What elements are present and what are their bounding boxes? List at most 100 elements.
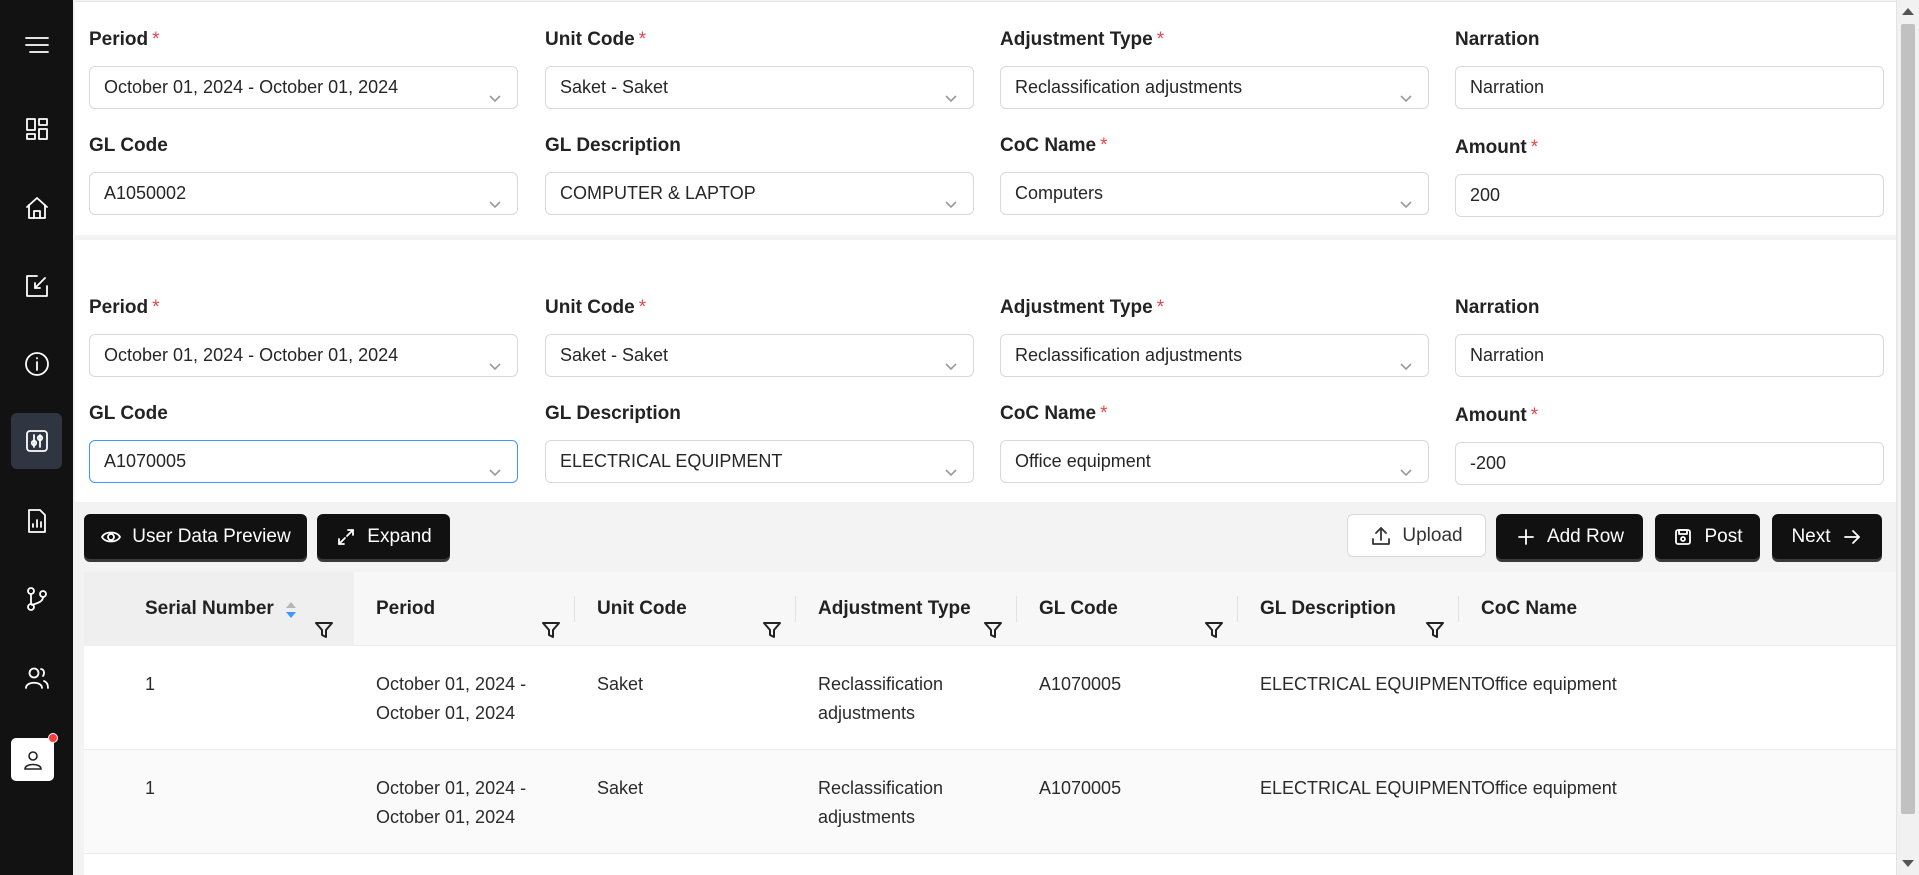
select-value: ELECTRICAL EQUIPMENT bbox=[560, 451, 783, 471]
notification-dot bbox=[48, 733, 58, 743]
adjustment-type-field: Adjustment Type * Reclassification adjust… bbox=[1000, 28, 1429, 109]
sidebar-item-home[interactable] bbox=[11, 180, 62, 236]
sidebar-item-workflow[interactable] bbox=[11, 571, 62, 627]
menu-icon bbox=[24, 37, 49, 53]
expand-icon bbox=[338, 528, 355, 545]
gl-code-select[interactable]: A1050002 bbox=[89, 172, 518, 215]
field-label: GL Code bbox=[89, 135, 168, 156]
expand-button[interactable]: Expand bbox=[317, 514, 450, 559]
adjustment-type-select[interactable]: Reclassification adjustments bbox=[1000, 66, 1429, 109]
chevron-down-icon bbox=[487, 80, 503, 103]
gl-description-field: GL Description COMPUTER & LAPTOP bbox=[545, 134, 974, 215]
field-label: GL Description bbox=[545, 135, 681, 156]
coc-name-select[interactable]: Computers bbox=[1000, 172, 1429, 215]
cell-gl-code: A1070005 bbox=[1039, 778, 1122, 798]
sidebar-menu-toggle[interactable] bbox=[11, 17, 62, 73]
filter-icon[interactable] bbox=[314, 598, 334, 638]
next-button[interactable]: Next bbox=[1772, 514, 1882, 559]
column-title: Serial Number bbox=[145, 598, 274, 619]
user-data-preview-button[interactable]: User Data Preview bbox=[84, 514, 307, 559]
cell-serial-number: 1 bbox=[145, 674, 156, 694]
cell-period: October 01, 2024 - October 01, 2024 bbox=[376, 778, 527, 827]
chevron-down-icon bbox=[487, 186, 503, 209]
scroll-up-arrow-icon[interactable] bbox=[1902, 8, 1914, 15]
amount-field: Amount * -200 bbox=[1455, 404, 1884, 485]
table-row[interactable]: 1 October 01, 2024 - October 01, 2024 Sak… bbox=[84, 750, 1896, 854]
sidebar-item-reports[interactable] bbox=[11, 493, 62, 549]
select-value: October 01, 2024 - October 01, 2024 bbox=[104, 77, 399, 97]
select-value: Saket - Saket bbox=[560, 77, 669, 97]
adjustment-type-field: Adjustment Type * Reclassification adjust… bbox=[1000, 296, 1429, 377]
user-profile-button[interactable] bbox=[11, 738, 54, 781]
filter-icon[interactable] bbox=[1204, 598, 1224, 638]
main-content: Period * October 01, 2024 - October 01, 2… bbox=[73, 0, 1896, 875]
select-value: Reclassification adjustments bbox=[1015, 77, 1243, 97]
gl-code-select[interactable]: A1070005 bbox=[89, 440, 518, 483]
amount-input[interactable]: -200 bbox=[1455, 442, 1884, 485]
period-select[interactable]: October 01, 2024 - October 01, 2024 bbox=[89, 66, 518, 109]
page-scrollbar[interactable] bbox=[1896, 0, 1919, 875]
column-title: Unit Code bbox=[597, 598, 687, 619]
sort-icon[interactable] bbox=[284, 599, 298, 621]
scroll-down-arrow-icon[interactable] bbox=[1902, 860, 1914, 867]
upload-button[interactable]: Upload bbox=[1347, 514, 1486, 557]
home-icon bbox=[25, 197, 48, 219]
narration-field: Narration Narration bbox=[1455, 28, 1884, 109]
sidebar-item-dashboard[interactable] bbox=[11, 101, 62, 157]
field-label: Adjustment Type * bbox=[1000, 29, 1165, 50]
filter-icon[interactable] bbox=[762, 598, 782, 638]
gl-description-field: GL Description ELECTRICAL EQUIPMENT bbox=[545, 402, 974, 483]
post-button[interactable]: Post bbox=[1655, 514, 1760, 559]
field-label: Unit Code * bbox=[545, 297, 647, 318]
chevron-down-icon bbox=[943, 454, 959, 477]
coc-name-select[interactable]: Office equipment bbox=[1000, 440, 1429, 483]
narration-input[interactable]: Narration bbox=[1455, 66, 1884, 109]
button-label: Upload bbox=[1402, 524, 1463, 546]
adjustment-type-select[interactable]: Reclassification adjustments bbox=[1000, 334, 1429, 377]
cell-coc-name: Office equipment bbox=[1481, 674, 1617, 694]
amount-field: Amount * 200 bbox=[1455, 136, 1884, 217]
eye-icon bbox=[101, 531, 122, 542]
chevron-down-icon bbox=[943, 186, 959, 209]
filter-icon[interactable] bbox=[541, 598, 561, 638]
select-value: Reclassification adjustments bbox=[1015, 345, 1243, 365]
unit-code-select[interactable]: Saket - Saket bbox=[545, 66, 974, 109]
sidebar-item-info[interactable] bbox=[11, 336, 62, 392]
filter-icon[interactable] bbox=[983, 598, 1003, 638]
sidebar-item-edit[interactable] bbox=[11, 258, 62, 314]
add-row-button[interactable]: Add Row bbox=[1496, 514, 1643, 559]
sidebar-item-adjustments[interactable] bbox=[11, 413, 62, 469]
users-icon bbox=[24, 667, 49, 689]
gl-code-field: GL Code A1070005 bbox=[89, 402, 518, 483]
chevron-down-icon bbox=[1398, 348, 1414, 371]
field-label: CoC Name * bbox=[1000, 403, 1108, 424]
unit-code-select[interactable]: Saket - Saket bbox=[545, 334, 974, 377]
filter-icon[interactable] bbox=[1425, 598, 1445, 638]
table-row[interactable]: 1 October 01, 2024 - October 01, 2024 Sak… bbox=[84, 646, 1896, 750]
field-label: Narration bbox=[1455, 297, 1540, 318]
chevron-down-icon bbox=[943, 80, 959, 103]
edit-square-icon bbox=[25, 275, 48, 297]
dashboard-icon bbox=[25, 118, 48, 140]
field-label: Unit Code * bbox=[545, 29, 647, 50]
column-header-serial-number[interactable]: Serial Number bbox=[84, 572, 354, 646]
cell-gl-description: ELECTRICAL EQUIPMENT bbox=[1260, 674, 1483, 694]
user-icon bbox=[23, 750, 42, 770]
period-select[interactable]: October 01, 2024 - October 01, 2024 bbox=[89, 334, 518, 377]
cell-coc-name: Office equipment bbox=[1481, 778, 1617, 798]
field-label: GL Code bbox=[89, 403, 168, 424]
table-header: Serial Number Period Unit Code Adjustmen… bbox=[84, 572, 1896, 646]
field-label: Amount * bbox=[1455, 137, 1539, 158]
cell-gl-description: ELECTRICAL EQUIPMENT bbox=[1260, 778, 1483, 798]
column-header-gl-code: GL Code bbox=[1017, 572, 1238, 646]
narration-input[interactable]: Narration bbox=[1455, 334, 1884, 377]
gl-description-select[interactable]: ELECTRICAL EQUIPMENT bbox=[545, 440, 974, 483]
branch-icon bbox=[26, 587, 47, 611]
amount-input[interactable]: 200 bbox=[1455, 174, 1884, 217]
cell-unit-code: Saket bbox=[597, 674, 644, 694]
select-value: A1050002 bbox=[104, 183, 187, 203]
sidebar-item-users[interactable] bbox=[11, 650, 62, 706]
scrollbar-thumb[interactable] bbox=[1901, 24, 1915, 814]
info-icon bbox=[24, 352, 49, 376]
gl-description-select[interactable]: COMPUTER & LAPTOP bbox=[545, 172, 974, 215]
